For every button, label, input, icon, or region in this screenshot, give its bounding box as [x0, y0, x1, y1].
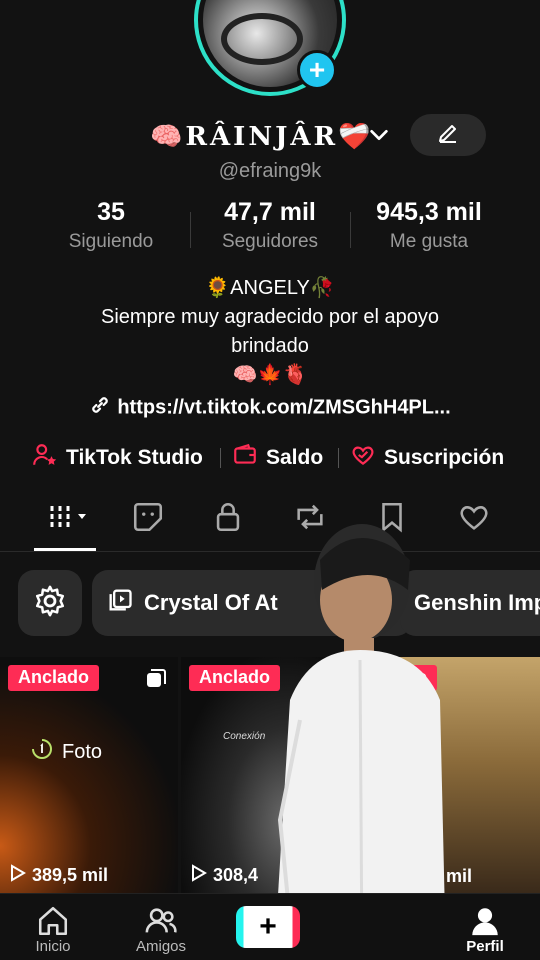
photo-label: Foto — [62, 740, 103, 763]
stat-likes[interactable]: 945,3 mil Me gusta — [364, 198, 494, 253]
tiktok-studio-link[interactable]: TikTok Studio — [32, 442, 203, 474]
chevron-down-icon[interactable] — [368, 124, 390, 152]
play-icon — [10, 864, 26, 887]
view-count: 308,4 — [191, 864, 258, 887]
person-star-icon — [32, 442, 58, 474]
bio-line: Siempre muy agradecido por el apoyo — [101, 306, 439, 328]
video-thumbnail[interactable]: Anclado Foto 389,5 mil — [0, 657, 178, 893]
play-icon — [191, 864, 207, 887]
suscripcion-link[interactable]: Suscripción — [350, 442, 504, 474]
plus-icon[interactable]: + — [297, 50, 337, 90]
thumbnail-caption: Conexión — [223, 731, 266, 742]
quick-links: TikTok Studio Saldo Suscripción — [0, 442, 540, 472]
stat-label: Siguiendo — [68, 231, 154, 252]
playlist-settings-button[interactable] — [18, 570, 82, 636]
bio: 🌻ANGELY🥀 Siempre muy agradecido por el a… — [0, 274, 540, 390]
link-icon — [89, 394, 111, 422]
pencil-icon — [436, 121, 460, 150]
photo-progress-icon — [30, 737, 54, 767]
gear-icon — [33, 584, 67, 623]
stat-label: Seguidores — [221, 231, 319, 252]
sticker-icon — [131, 500, 165, 539]
nav-label: Amigos — [135, 938, 187, 955]
create-icon: + — [259, 910, 277, 943]
views-text: 389,5 mil — [32, 865, 109, 885]
stat-value: 35 — [97, 198, 125, 226]
divider — [350, 212, 351, 248]
name-row: 🧠RÂINJÂR❤️‍🩹 — [0, 114, 540, 158]
nav-label: Perfil — [466, 938, 504, 955]
divider — [338, 448, 339, 468]
pinned-badge: Anclado — [8, 665, 100, 691]
display-name: 🧠RÂINJÂR❤️‍🩹 — [150, 122, 374, 152]
stat-value: 47,7 mil — [224, 198, 316, 226]
username-handle: @efraing9k — [218, 160, 322, 182]
tab-stickers[interactable] — [118, 500, 178, 550]
stats-row: 35 Siguiendo 47,7 mil Seguidores 945,3 m… — [0, 198, 540, 262]
edit-profile-button[interactable] — [410, 114, 486, 156]
bio-line: 🌻ANGELY🥀 — [205, 277, 335, 299]
carousel-icon — [144, 667, 168, 696]
profile-icon — [440, 904, 530, 938]
divider — [190, 212, 191, 248]
nav-label: Inicio — [35, 938, 71, 955]
nav-profile[interactable]: Perfil — [440, 904, 530, 955]
link-label: Saldo — [266, 446, 324, 469]
wallet-icon — [232, 442, 258, 474]
create-button[interactable]: + — [236, 906, 300, 948]
active-tab-indicator — [34, 548, 96, 551]
stat-value: 945,3 mil — [376, 198, 482, 226]
pinned-badge: Anclado — [189, 665, 281, 691]
nav-friends[interactable]: Amigos — [116, 904, 206, 955]
divider — [220, 448, 221, 468]
bottom-nav: Inicio Amigos + Perfil — [0, 893, 540, 960]
playlist-icon — [106, 586, 134, 620]
heart-check-icon — [350, 442, 376, 474]
link-label: TikTok Studio — [66, 446, 203, 469]
link-url: https://vt.tiktok.com/ZMSGhH4PL... — [117, 396, 451, 419]
profile-link[interactable]: https://vt.tiktok.com/ZMSGhH4PL... — [0, 394, 540, 422]
stat-following[interactable]: 35 Siguiendo — [62, 198, 160, 253]
home-icon — [8, 904, 98, 938]
playlist-label: Crystal Of At — [144, 590, 278, 615]
photo-tag: Foto — [30, 737, 102, 767]
grid-icon — [44, 500, 96, 541]
lock-icon — [211, 500, 245, 539]
tab-private[interactable] — [198, 500, 258, 550]
bio-line: brindado — [231, 335, 309, 357]
link-label: Suscripción — [384, 446, 505, 469]
views-text: 308,4 — [213, 865, 259, 885]
saldo-link[interactable]: Saldo — [232, 442, 323, 474]
nav-home[interactable]: Inicio — [8, 904, 98, 955]
friends-icon — [116, 904, 206, 938]
stat-followers[interactable]: 47,7 mil Seguidores — [210, 198, 330, 253]
stat-label: Me gusta — [389, 231, 469, 252]
tab-videos[interactable] — [40, 500, 100, 550]
view-count: 389,5 mil — [10, 864, 108, 887]
bio-line: 🧠🍁🫀 — [232, 364, 308, 386]
